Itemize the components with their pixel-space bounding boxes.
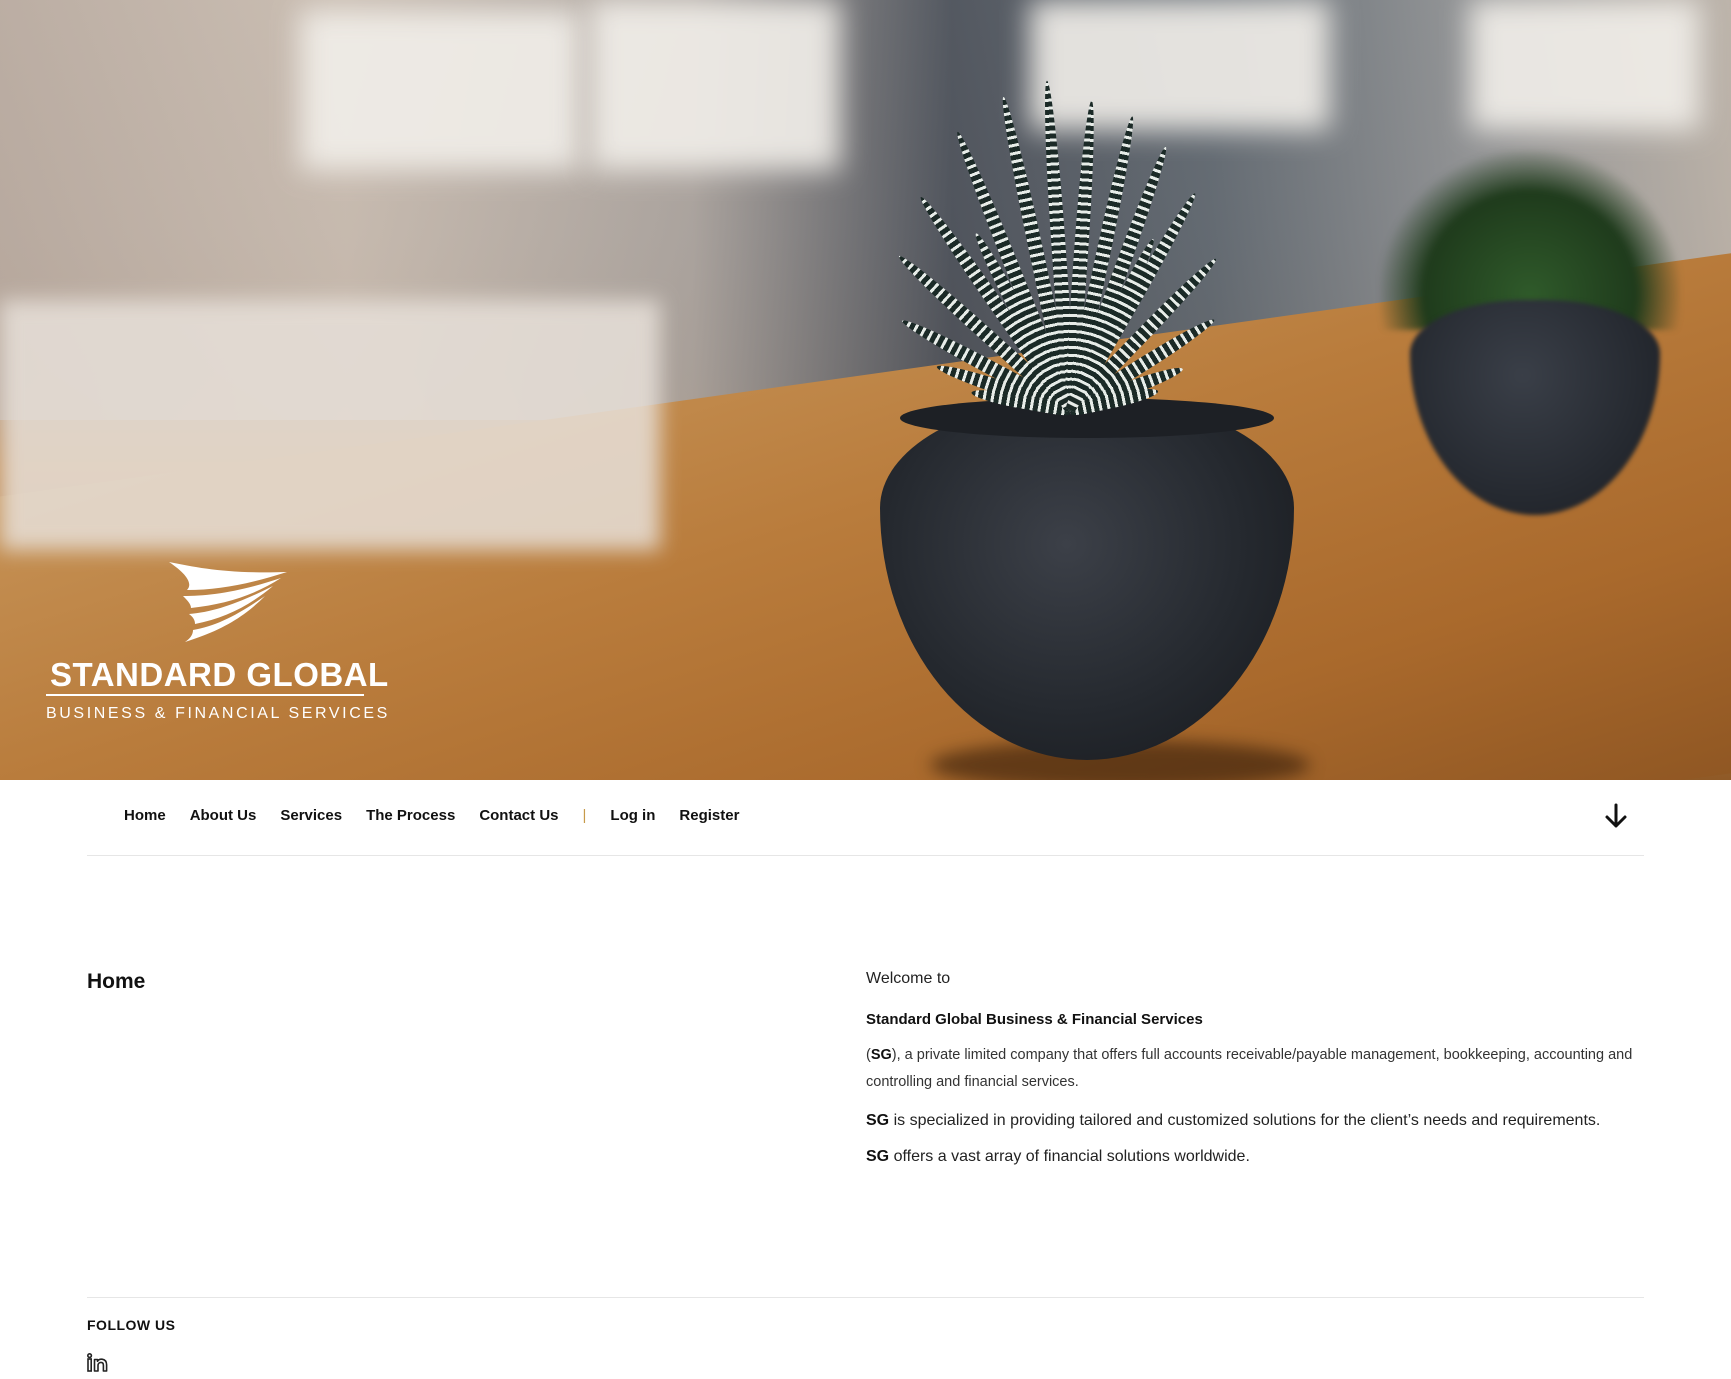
nav-menu: Home About Us Services The Process Conta… — [124, 807, 763, 824]
intro-paragraph: (SG), a private limited company that off… — [866, 1042, 1636, 1096]
hero-window-blur — [1030, 0, 1330, 130]
nav-item-contact-us[interactable]: Contact Us — [479, 807, 558, 824]
nav-item-home[interactable]: Home — [124, 807, 166, 824]
arrow-down-icon[interactable] — [1604, 802, 1628, 830]
logo-subtitle: BUSINESS & FINANCIAL SERVICES — [46, 705, 390, 722]
welcome-text: Welcome to — [866, 970, 951, 987]
main-navigation: Home About Us Services The Process Conta… — [87, 780, 1644, 856]
sg-abbreviation: SG — [866, 1148, 890, 1165]
hero-window-blur — [1470, 0, 1700, 130]
login-link[interactable]: Log in — [610, 807, 655, 824]
logo-title: STANDARD GLOBAL — [50, 656, 389, 693]
specialized-text: is specialized in providing tailored and… — [889, 1112, 1601, 1129]
hero-window-blur — [300, 10, 580, 170]
hero-counter-blur — [0, 300, 660, 550]
offers-text: offers a vast array of financial solutio… — [889, 1148, 1250, 1165]
welcome-section: Welcome to Standard Global Business & Fi… — [866, 970, 1646, 1166]
company-name: Standard Global Business & Financial Ser… — [866, 1011, 1203, 1028]
nav-item-services[interactable]: Services — [280, 807, 342, 824]
follow-us-label: FOLLOW US — [87, 1317, 176, 1333]
logo-divider — [46, 694, 364, 696]
footer-divider — [87, 1297, 1644, 1298]
intro-text: ), a private limited company that offers… — [866, 1047, 1633, 1090]
hero-window-blur — [590, 0, 840, 170]
linkedin-icon[interactable] — [87, 1353, 109, 1373]
page-title: Home — [87, 970, 146, 993]
nav-item-about-us[interactable]: About Us — [190, 807, 257, 824]
specialized-paragraph: SG is specialized in providing tailored … — [866, 1112, 1646, 1130]
nav-separator: | — [582, 807, 587, 824]
sg-abbreviation: SG — [866, 1112, 890, 1129]
swoosh-wing-icon — [169, 562, 287, 642]
nav-item-the-process[interactable]: The Process — [366, 807, 455, 824]
sg-abbreviation: SG — [870, 1047, 892, 1063]
offers-paragraph: SG offers a vast array of financial solu… — [866, 1148, 1646, 1166]
register-link[interactable]: Register — [679, 807, 739, 824]
brand-logo: STANDARD GLOBAL BUSINESS & FINANCIAL SER… — [44, 560, 388, 730]
hero-banner: STANDARD GLOBAL BUSINESS & FINANCIAL SER… — [0, 0, 1731, 780]
